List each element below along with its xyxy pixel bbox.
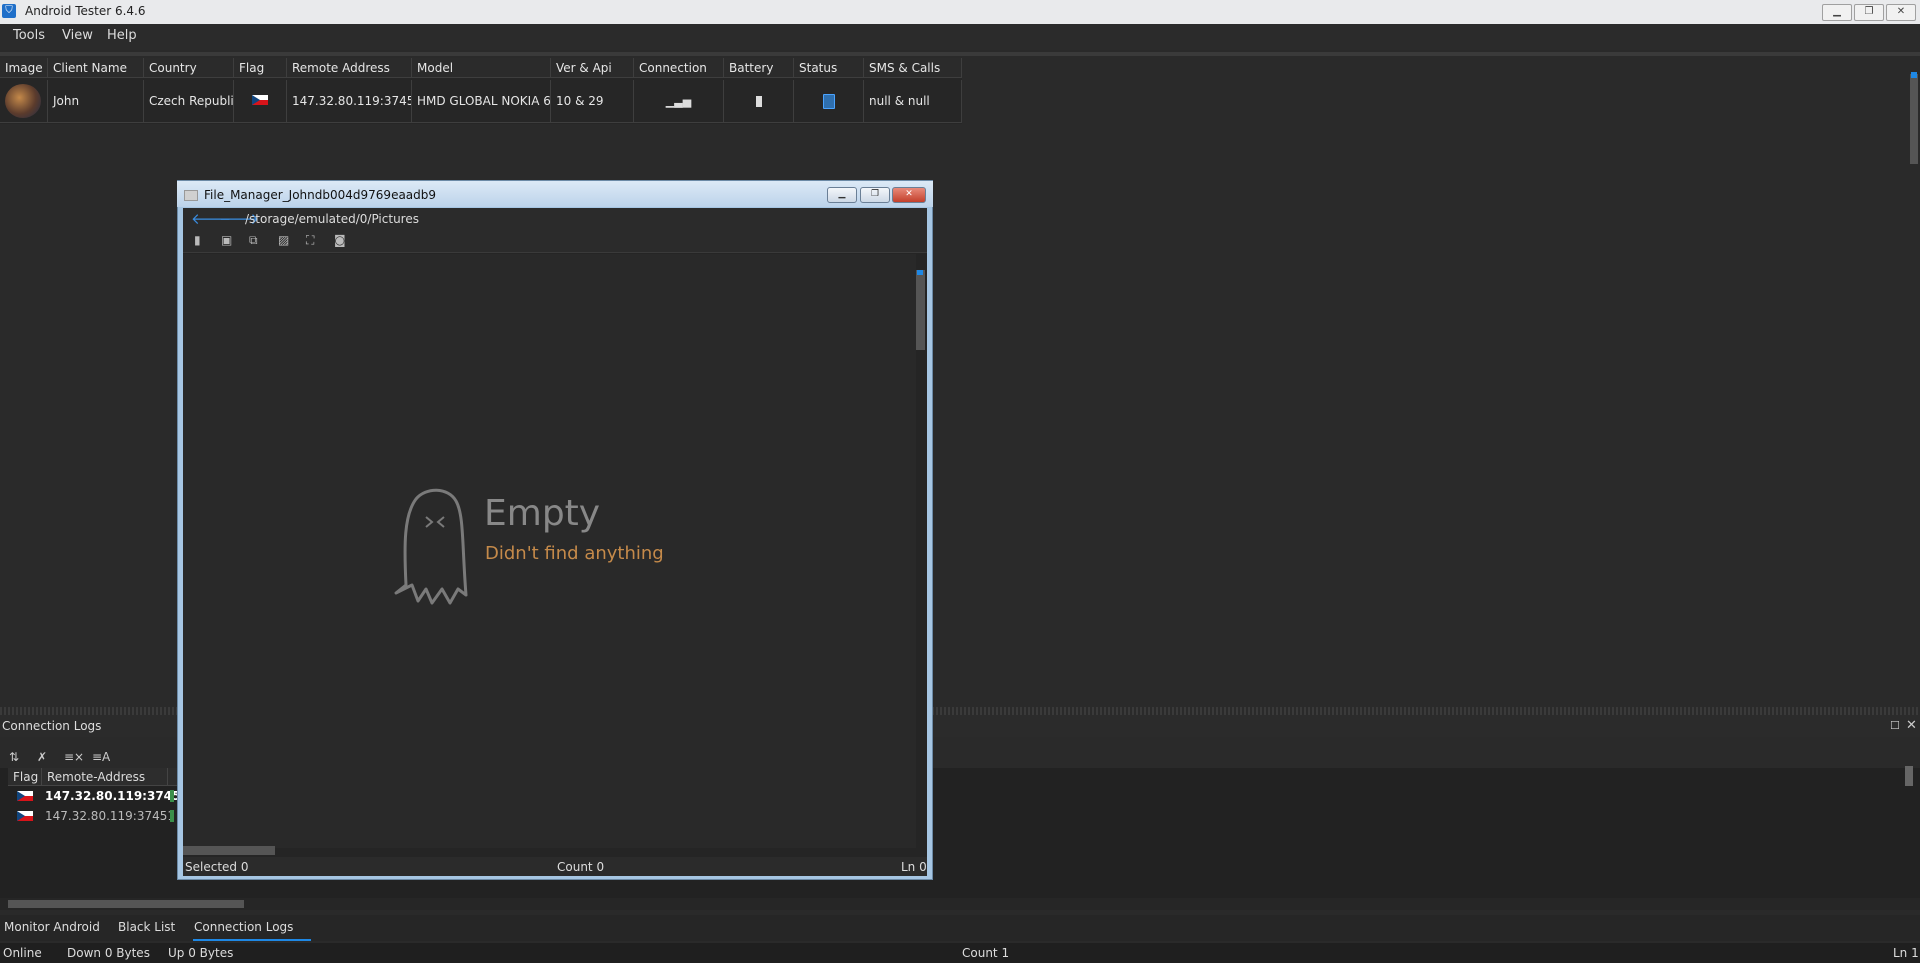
close-panel-icon[interactable]: ✕: [1906, 718, 1917, 733]
tab-connection-logs[interactable]: Connection Logs: [194, 920, 293, 934]
col-battery[interactable]: Battery: [724, 58, 794, 78]
model-cell[interactable]: HMD GLOBAL NOKIA 6.1: [412, 80, 551, 122]
col-sms-calls[interactable]: SMS & Calls: [864, 58, 962, 78]
menu-help[interactable]: Help: [107, 28, 137, 43]
clear-list-icon[interactable]: ≡×: [64, 750, 84, 764]
czech-flag-icon: [252, 95, 268, 105]
fm-count: Count 0: [557, 860, 605, 874]
log-col-flag[interactable]: Flag: [8, 768, 42, 786]
ver-api-cell[interactable]: 10 & 29: [551, 80, 634, 122]
app-shield-icon: ⛉: [2, 4, 16, 18]
row-divider: [0, 122, 962, 123]
remote-address-cell[interactable]: 147.32.80.119:37451: [287, 80, 412, 122]
logs-horizontal-scrollbar[interactable]: [8, 900, 244, 908]
fm-ln: Ln 0: [901, 860, 927, 874]
minimize-button[interactable]: ▁: [1822, 4, 1852, 21]
country-cell[interactable]: Czech Republic: [144, 80, 234, 122]
col-flag[interactable]: Flag: [234, 58, 287, 78]
menu-tools[interactable]: Tools: [13, 28, 45, 43]
status-online: Online: [3, 946, 42, 960]
window-icon: [184, 190, 198, 201]
scroll-marker: [917, 270, 923, 275]
fm-horizontal-scrollbar[interactable]: [183, 846, 275, 855]
tab-monitor-android[interactable]: Monitor Android: [4, 920, 100, 934]
fm-selected: Selected 0: [185, 860, 249, 874]
title-bar: [0, 0, 1920, 25]
signal-icon: ▁▃▅: [665, 95, 692, 108]
separator: [0, 52, 1920, 56]
col-status[interactable]: Status: [794, 58, 864, 78]
status-up: Up 0 Bytes: [168, 946, 234, 960]
gallery-icon[interactable]: ⧉: [249, 233, 258, 248]
maximize-panel-icon[interactable]: ☐: [1890, 719, 1900, 732]
scroll-marker: [1911, 72, 1917, 78]
status-bar: [0, 943, 1920, 963]
sms-calls-cell[interactable]: null & null: [864, 80, 962, 122]
log-row-remote[interactable]: 147.32.80.119:37451: [40, 806, 175, 826]
fullscreen-icon[interactable]: ⛶: [306, 233, 314, 248]
sd-card-icon[interactable]: ▮: [194, 233, 201, 247]
battery-cell[interactable]: [724, 80, 794, 122]
empty-subtitle: Didn't find anything: [485, 543, 664, 564]
menu-view[interactable]: View: [62, 28, 93, 43]
active-tab-indicator: [193, 939, 311, 941]
current-path[interactable]: /storage/emulated/0/Pictures: [245, 212, 419, 226]
log-status-marker: [170, 810, 174, 822]
status-cell[interactable]: [794, 80, 864, 122]
czech-flag-icon: [17, 811, 33, 821]
col-image[interactable]: Image: [0, 58, 48, 78]
restore-button[interactable]: ❐: [1854, 4, 1884, 21]
menu-bar: [0, 24, 1920, 50]
logs-vertical-scrollbar[interactable]: [1905, 766, 1913, 786]
col-model[interactable]: Model: [412, 58, 551, 78]
phone-icon: [822, 94, 835, 109]
logs-hscroll-track: [0, 898, 1920, 910]
col-ver-api[interactable]: Ver & Api: [551, 58, 634, 78]
tab-black-list[interactable]: Black List: [118, 920, 175, 934]
avatar: [5, 84, 41, 118]
text-format-icon[interactable]: ≡A: [92, 750, 110, 764]
status-count: Count 1: [962, 946, 1010, 960]
main-vertical-scrollbar[interactable]: [1910, 74, 1918, 164]
file-manager-title: File_Manager_Johndb004d9769eaadb9: [204, 188, 437, 202]
log-col-remote-address[interactable]: Remote-Address: [42, 768, 168, 786]
log-row-remote[interactable]: 147.32.80.119:37451: [40, 786, 189, 806]
czech-flag-icon: [17, 791, 33, 801]
col-remote-address[interactable]: Remote Address: [287, 58, 412, 78]
log-status-marker: [170, 790, 174, 802]
battery-icon: [755, 96, 762, 107]
fm-status-bar: [183, 857, 927, 876]
col-country[interactable]: Country: [144, 58, 234, 78]
fm-close-button[interactable]: ✕: [892, 187, 926, 203]
ghost-icon: [394, 488, 468, 605]
download-folder-icon[interactable]: ▣: [221, 233, 232, 247]
file-manager-toolbar: [183, 230, 927, 253]
col-connection[interactable]: Connection: [634, 58, 724, 78]
clear-filter-icon[interactable]: ✗: [37, 750, 47, 764]
fm-maximize-button[interactable]: ❐: [860, 187, 890, 203]
client-name-cell[interactable]: John: [48, 80, 144, 122]
close-button[interactable]: ✕: [1886, 4, 1916, 21]
fm-minimize-button[interactable]: ▁: [827, 187, 857, 203]
window-title: Android Tester 6.4.6: [25, 4, 146, 18]
connection-logs-title: Connection Logs: [2, 719, 102, 733]
status-ln: Ln 1: [1893, 946, 1919, 960]
fm-vertical-scrollbar[interactable]: [916, 270, 925, 350]
connection-cell[interactable]: ▁▃▅: [634, 80, 724, 122]
status-down: Down 0 Bytes: [67, 946, 150, 960]
camera-icon[interactable]: ◙: [334, 233, 346, 247]
empty-title: Empty: [484, 493, 601, 534]
col-client-name[interactable]: Client Name: [48, 58, 144, 78]
image-icon[interactable]: ▨: [278, 233, 289, 247]
sort-icon[interactable]: ⇅: [9, 750, 19, 764]
